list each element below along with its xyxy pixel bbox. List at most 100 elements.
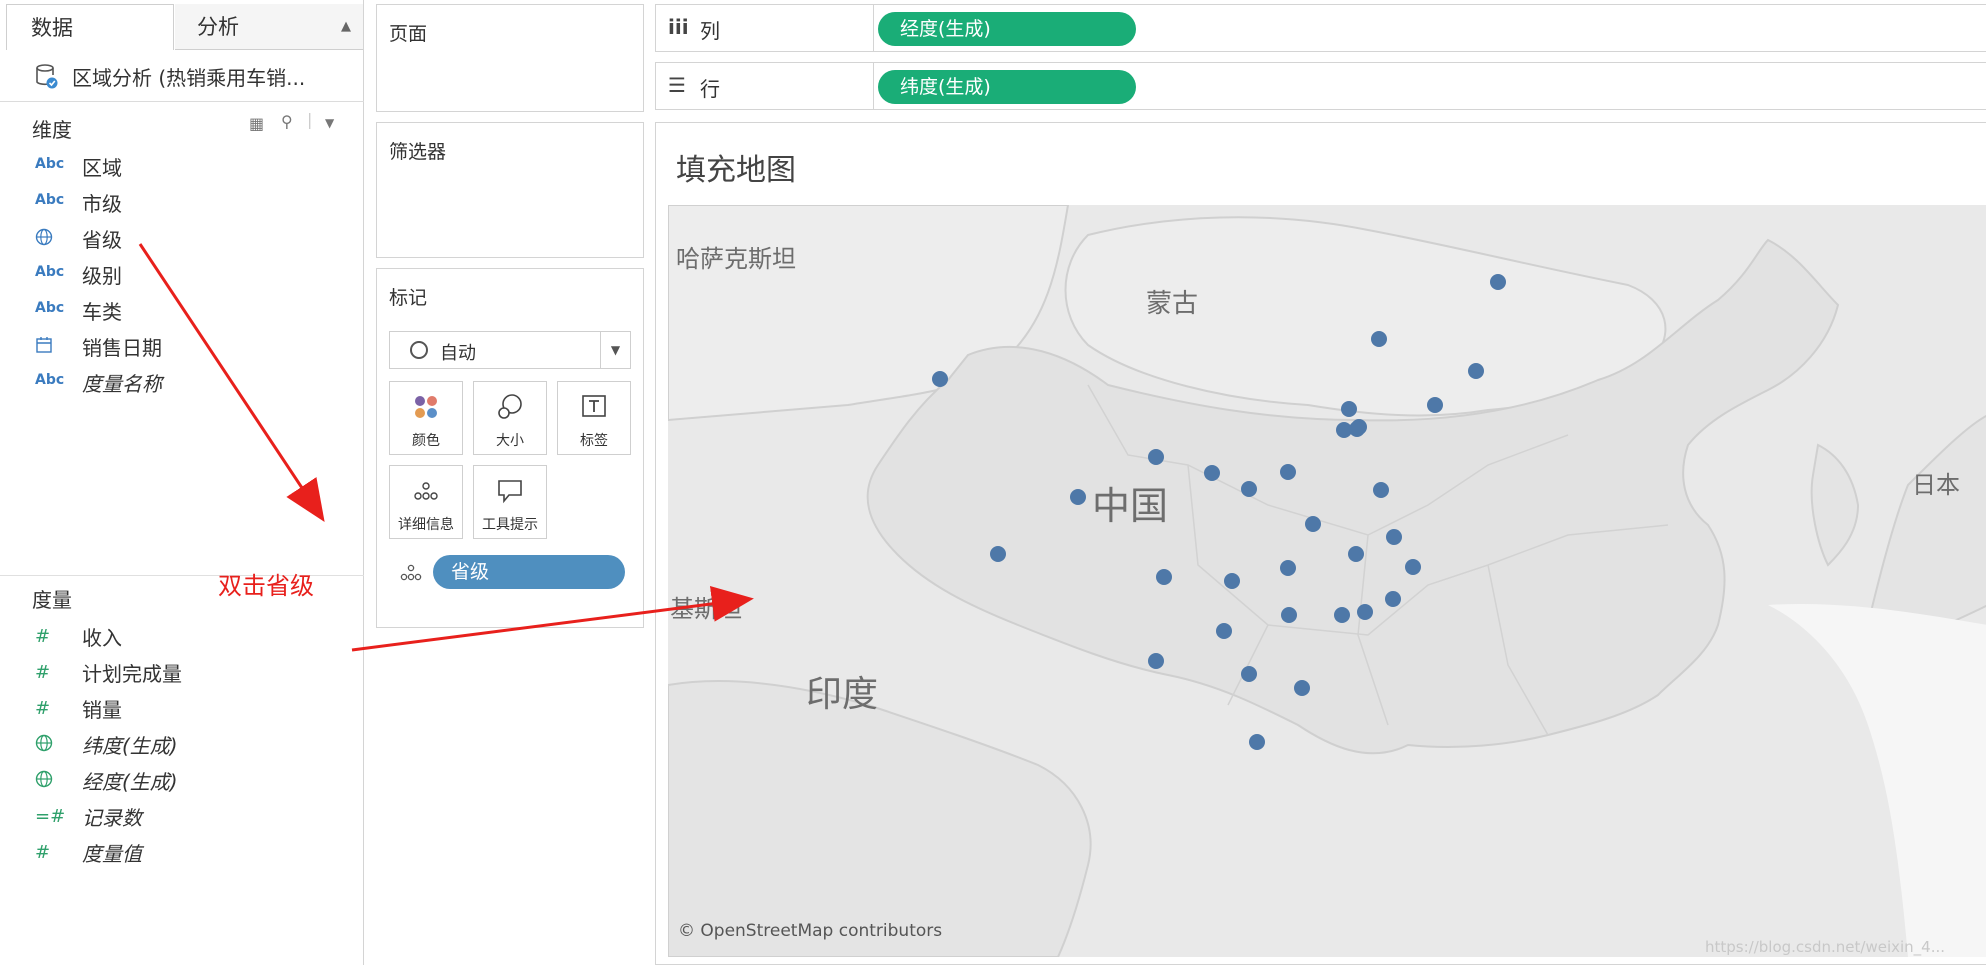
province-mark[interactable] (932, 371, 948, 387)
province-mark[interactable] (1427, 397, 1443, 413)
dimension-field[interactable]: Abc 度量名称 (32, 366, 352, 398)
province-mark[interactable] (1294, 680, 1310, 696)
columns-icon: iii (668, 15, 689, 39)
field-name: 级别 (82, 264, 122, 288)
calendar-icon (35, 336, 71, 358)
province-mark[interactable] (1305, 516, 1321, 532)
province-mark[interactable] (1386, 529, 1402, 545)
dimension-field[interactable]: 销售日期 (32, 330, 352, 362)
field-name: 市级 (82, 192, 122, 216)
marks-title: 标记 (389, 287, 428, 309)
color-label: 颜色 (412, 433, 440, 449)
columns-shelf[interactable]: iii 列 经度(生成) (655, 4, 1986, 52)
tooltip-button[interactable]: 工具提示 (473, 465, 547, 539)
globe-icon (35, 734, 71, 756)
province-mark[interactable] (1280, 560, 1296, 576)
color-button[interactable]: 颜色 (389, 381, 463, 455)
measure-field[interactable]: =# 记录数 (32, 800, 352, 832)
columns-label: 列 (700, 19, 720, 43)
field-name: 区域 (82, 156, 122, 180)
dimension-field[interactable]: Abc 市级 (32, 186, 352, 218)
measure-field[interactable]: # 销量 (32, 692, 352, 724)
tab-analysis-label: 分析 (197, 15, 239, 39)
province-mark[interactable] (1334, 607, 1350, 623)
tab-data[interactable]: 数据 (6, 4, 174, 50)
datasource-name: 区域分析 (热销乘用车销... (72, 66, 306, 90)
rows-label: 行 (700, 77, 720, 101)
province-mark[interactable] (1405, 559, 1421, 575)
province-mark[interactable] (1490, 274, 1506, 290)
measure-field[interactable]: # 度量值 (32, 836, 352, 868)
pages-title: 页面 (389, 23, 428, 45)
field-name: 经度(生成) (82, 770, 178, 794)
longitude-pill[interactable]: 经度(生成) (878, 12, 1136, 46)
map-canvas[interactable]: 哈萨克斯坦 蒙古 中国 日本 基斯坦 印度 © OpenStreetMap co… (668, 205, 1986, 957)
rows-icon: ☰ (668, 73, 686, 97)
latitude-pill[interactable]: 纬度(生成) (878, 70, 1136, 104)
calculated-number-icon: =# (35, 806, 66, 827)
detail-label: 详细信息 (398, 517, 454, 533)
string-icon: Abc (35, 300, 65, 316)
province-mark[interactable] (1241, 666, 1257, 682)
size-button[interactable]: 大小 (473, 381, 547, 455)
detail-button[interactable]: 详细信息 (389, 465, 463, 539)
dimensions-header: 维度 (32, 118, 72, 142)
province-mark[interactable] (1468, 363, 1484, 379)
rows-shelf[interactable]: ☰ 行 纬度(生成) (655, 62, 1986, 110)
measure-field[interactable]: # 计划完成量 (32, 656, 352, 688)
province-mark[interactable] (1371, 331, 1387, 347)
string-icon: Abc (35, 156, 65, 172)
province-mark[interactable] (1204, 465, 1220, 481)
watermark-text: https://blog.csdn.net/weixin_4... (1705, 938, 1946, 956)
dimension-field[interactable]: Abc 区域 (32, 150, 352, 182)
dimension-field[interactable]: Abc 级别 (32, 258, 352, 290)
map-background (668, 205, 1986, 957)
field-name: 计划完成量 (82, 662, 182, 686)
toolbar-divider: | (307, 110, 313, 129)
label-button[interactable]: 标签 (557, 381, 631, 455)
province-mark[interactable] (1373, 482, 1389, 498)
mark-type-dropdown[interactable]: 自动 ▼ (389, 331, 631, 369)
dimension-field[interactable]: Abc 车类 (32, 294, 352, 326)
dropdown-arrow-icon[interactable]: ▼ (600, 332, 630, 368)
map-label-mongolia: 蒙古 (1146, 289, 1199, 319)
measure-field[interactable]: 纬度(生成) (32, 728, 352, 760)
province-mark[interactable] (1385, 591, 1401, 607)
province-mark[interactable] (1241, 481, 1257, 497)
chevron-down-icon[interactable]: ▼ (325, 116, 334, 130)
province-mark[interactable] (1281, 607, 1297, 623)
province-mark[interactable] (990, 546, 1006, 562)
datasource-item[interactable]: 区域分析 (热销乘用车销... (0, 52, 364, 102)
tab-analysis[interactable]: 分析 ▲ (175, 4, 363, 50)
map-label-japan: 日本 (1912, 471, 1960, 499)
measure-field[interactable]: 经度(生成) (32, 764, 352, 796)
detail-field-pill[interactable]: 省级 (433, 555, 625, 589)
rows-shelf-label: ☰ 行 (656, 63, 874, 109)
search-icon[interactable]: ⚲ (281, 112, 293, 131)
dimension-tools: ▦ ⚲ | ▼ (241, 110, 351, 140)
view-title: 填充地图 (676, 153, 796, 188)
mark-type-label: 自动 (440, 343, 476, 364)
province-mark[interactable] (1070, 489, 1086, 505)
dimension-field[interactable]: 省级 (32, 222, 352, 254)
number-icon: # (35, 662, 51, 683)
measure-field[interactable]: # 收入 (32, 620, 352, 652)
province-mark[interactable] (1156, 569, 1172, 585)
province-mark[interactable] (1148, 653, 1164, 669)
province-mark[interactable] (1224, 573, 1240, 589)
province-mark[interactable] (1341, 401, 1357, 417)
province-mark[interactable] (1249, 734, 1265, 750)
pages-shelf[interactable]: 页面 (376, 4, 644, 112)
province-mark[interactable] (1349, 421, 1365, 437)
province-mark[interactable] (1280, 464, 1296, 480)
annotation-text: 双击省级 (218, 572, 314, 600)
measures-header: 度量 (32, 588, 72, 612)
string-icon: Abc (35, 264, 65, 280)
province-mark[interactable] (1148, 449, 1164, 465)
filters-shelf[interactable]: 筛选器 (376, 122, 644, 258)
field-name: 度量值 (82, 842, 142, 866)
grid-view-icon[interactable]: ▦ (249, 114, 264, 133)
province-mark[interactable] (1348, 546, 1364, 562)
province-mark[interactable] (1357, 604, 1373, 620)
province-mark[interactable] (1216, 623, 1232, 639)
